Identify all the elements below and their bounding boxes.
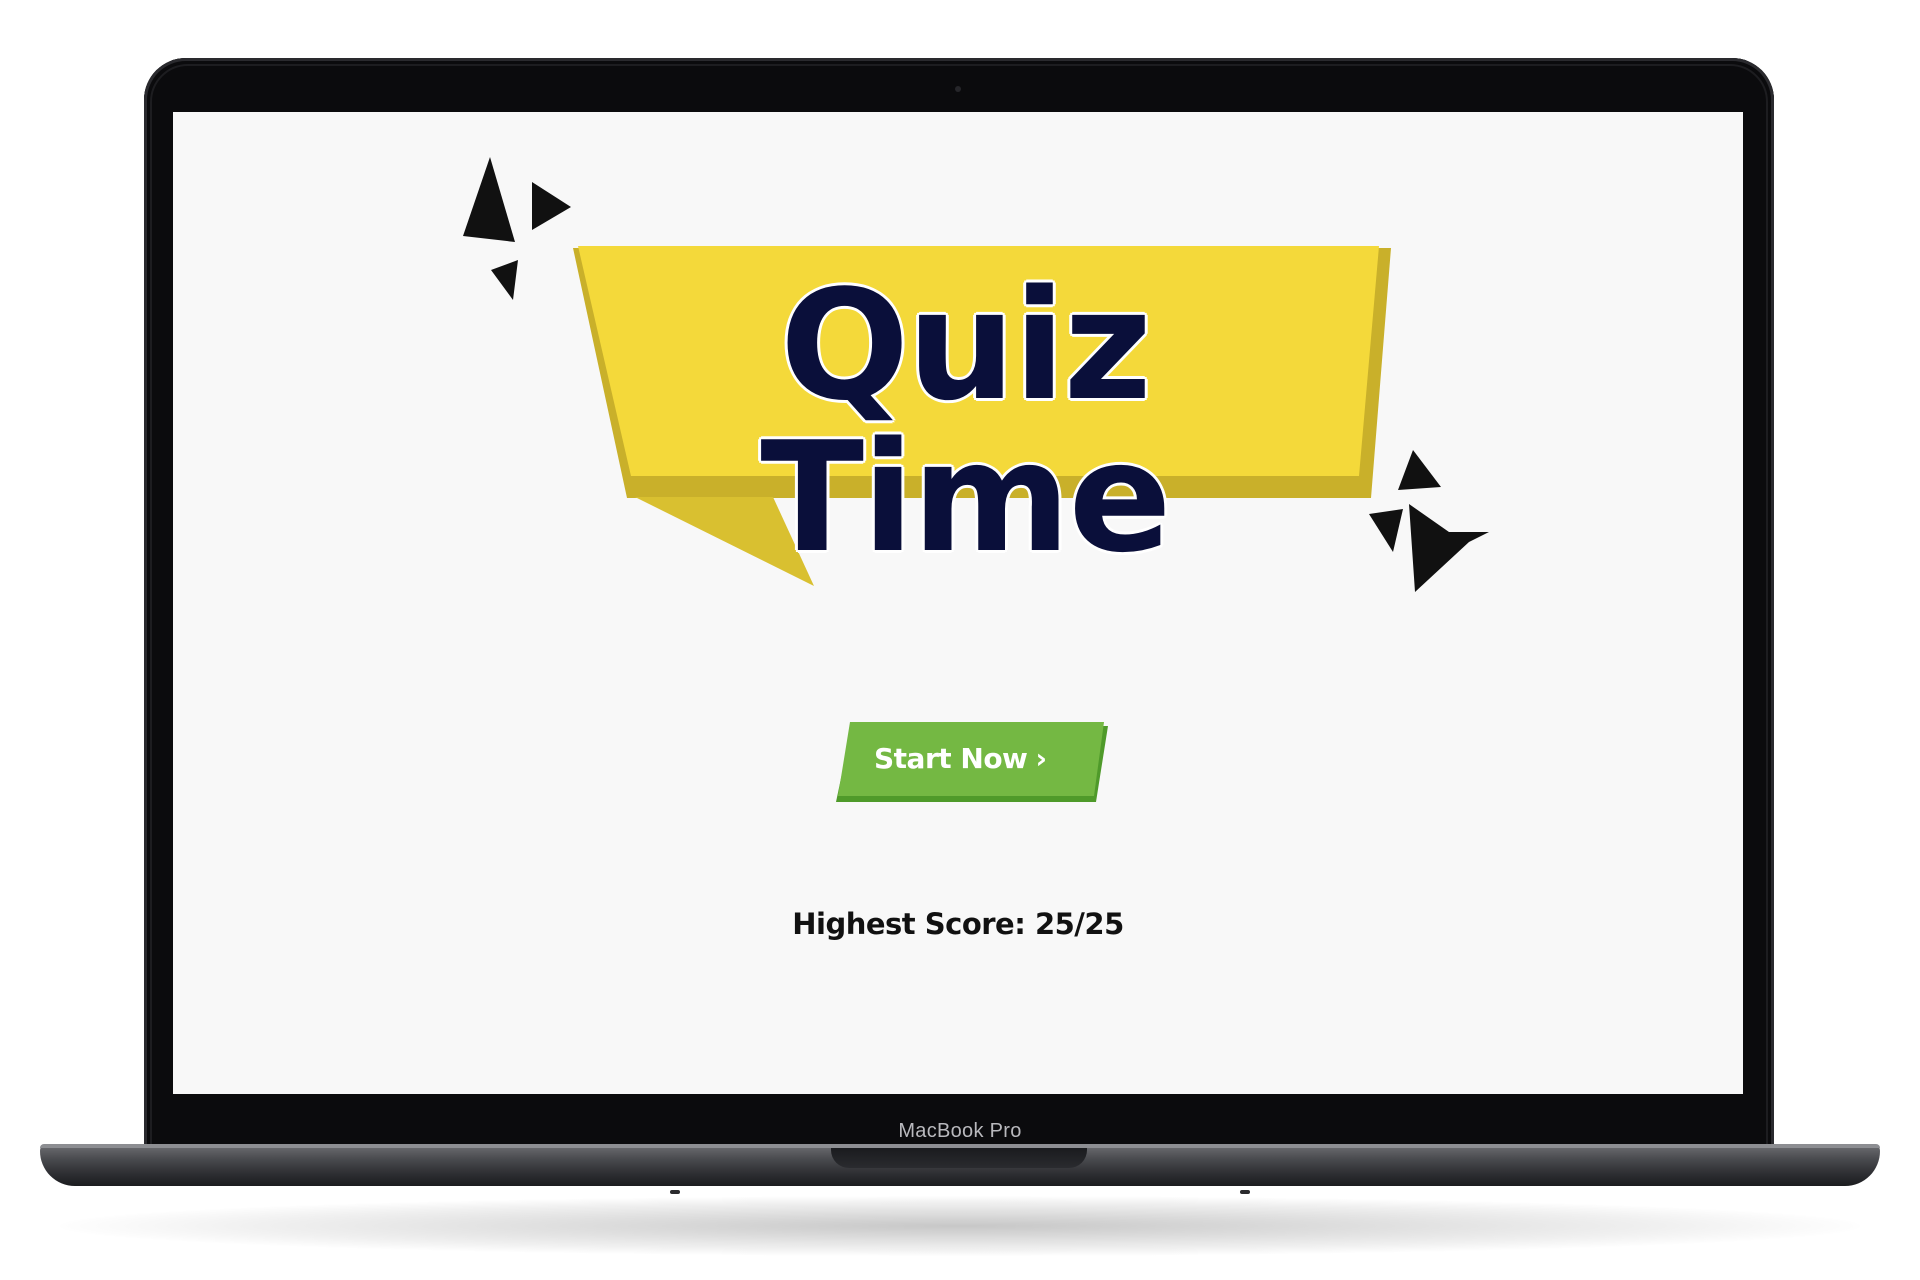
stage: Quiz Time Start Now › Highest Score: 25/2… (0, 0, 1920, 1280)
score-value: 25/25 (1034, 907, 1124, 941)
laptop-foot (1240, 1190, 1250, 1194)
camera-icon (955, 86, 961, 92)
quiz-title: Quiz Time (760, 257, 1171, 586)
score-label: Highest Score: (792, 907, 1026, 941)
laptop-shadow (60, 1196, 1860, 1256)
app-screen: Quiz Time Start Now › Highest Score: 25/2… (173, 112, 1743, 1094)
laptop-foot (670, 1190, 680, 1194)
triangle-decoration-icon (463, 157, 515, 242)
triangle-decoration-icon (532, 182, 571, 230)
triangle-decoration-icon (1398, 450, 1441, 490)
triangle-decoration-icon (1369, 509, 1403, 552)
chevron-right-icon: › (1035, 742, 1047, 775)
laptop-opening-notch (831, 1148, 1087, 1168)
start-now-button[interactable]: Start Now › (836, 722, 1108, 802)
triangle-decoration-icon (491, 260, 518, 300)
highest-score: Highest Score: 25/25 (173, 907, 1743, 941)
start-button-label: Start Now (874, 742, 1028, 775)
triangle-decoration-icon (1409, 504, 1489, 592)
device-label: MacBook Pro (898, 1120, 1022, 1142)
start-button-content: Start Now › (874, 742, 1047, 775)
